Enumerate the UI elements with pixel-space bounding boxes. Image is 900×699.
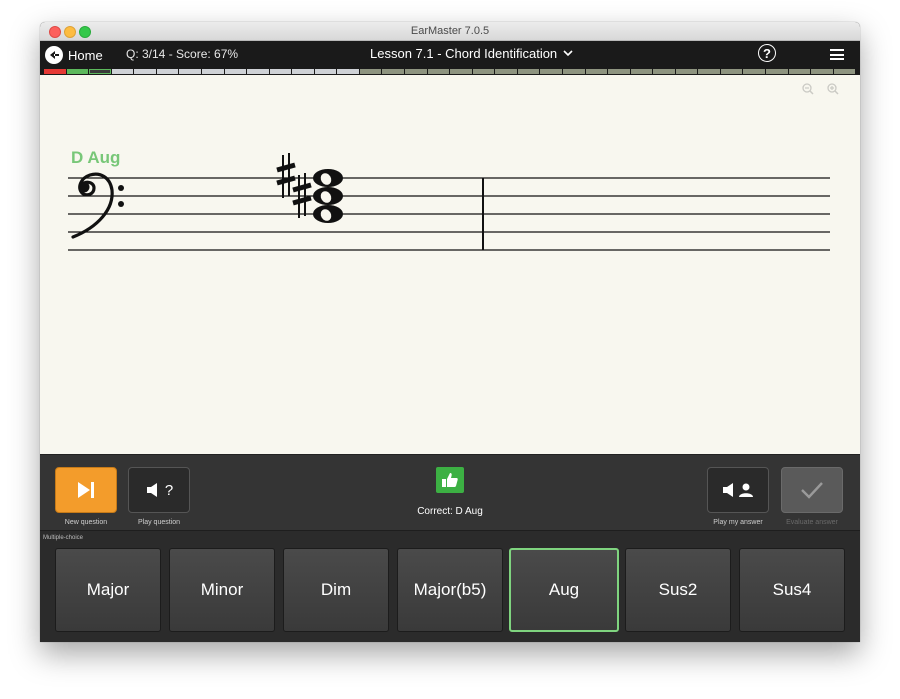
back-arrow-icon [45, 46, 63, 64]
feedback-message: Correct: D Aug [417, 506, 483, 517]
lesson-title: Lesson 7.1 - Chord Identification [370, 46, 558, 61]
play-question-label: Play question [137, 519, 181, 526]
progress-segment [111, 69, 134, 74]
play-question-button[interactable]: ? [128, 467, 190, 513]
progress-segment [472, 69, 495, 74]
staff-notation [68, 153, 830, 251]
progress-segment [833, 69, 856, 74]
progress-segment [743, 69, 765, 74]
home-button[interactable]: Home [45, 44, 103, 66]
progress-segment [698, 69, 720, 74]
whole-note-icon [313, 169, 343, 187]
close-window-button[interactable] [49, 26, 61, 38]
question-progress-bar [40, 68, 860, 75]
score-panel: D Aug [40, 75, 860, 454]
question-mark-icon: ? [164, 481, 174, 499]
progress-segment [134, 69, 156, 74]
thumbs-up-icon [436, 467, 464, 493]
progress-segment [292, 69, 314, 74]
evaluate-answer-button[interactable] [781, 467, 843, 513]
minimize-window-button[interactable] [64, 26, 76, 38]
progress-segment [89, 69, 111, 74]
progress-segment [427, 69, 450, 74]
app-window: EarMaster 7.0.5 Home Q: 3/14 - Score: 67… [40, 22, 860, 642]
answer-aug-button[interactable]: Aug [509, 548, 619, 632]
window-title: EarMaster 7.0.5 [410, 25, 490, 37]
staff-lines [68, 177, 830, 251]
whole-note-icon [313, 187, 343, 205]
whole-note-icon [313, 205, 343, 223]
progress-segment [44, 69, 66, 74]
progress-segment [450, 69, 472, 74]
chord-notes [313, 169, 343, 223]
progress-segment [382, 69, 404, 74]
progress-segment [156, 69, 179, 74]
app-header: Home Q: 3/14 - Score: 67% Lesson 7.1 - C… [40, 41, 860, 68]
new-question-button[interactable] [55, 467, 117, 513]
checkmark-icon [801, 482, 823, 499]
progress-segment [540, 69, 562, 74]
answer-major-button[interactable]: Major [55, 548, 161, 632]
progress-segment [675, 69, 698, 74]
sharp-icon [276, 153, 296, 198]
play-my-answer-button[interactable] [707, 467, 769, 513]
question-score-status: Q: 3/14 - Score: 67% [126, 47, 239, 61]
progress-segment [179, 69, 201, 74]
progress-segment [224, 69, 247, 74]
title-bar: EarMaster 7.0.5 [40, 22, 860, 41]
progress-segment [247, 69, 269, 74]
progress-segment [720, 69, 743, 74]
progress-segment [653, 69, 675, 74]
progress-segment [405, 69, 427, 74]
skip-next-icon [78, 482, 94, 498]
progress-segment [66, 69, 89, 74]
exercise-toolbar: New question ? Play question Correct: D … [40, 454, 860, 531]
progress-segment [585, 69, 608, 74]
progress-segment [269, 69, 292, 74]
chevron-down-icon [563, 50, 573, 57]
lesson-selector[interactable]: Lesson 7.1 - Chord Identification [340, 46, 590, 61]
answer-major-b5-button[interactable]: Major(b5) [397, 548, 503, 632]
bass-clef-icon [71, 172, 124, 239]
multiple-choice-label: Multiple-choice [43, 535, 84, 541]
hamburger-menu-icon[interactable] [830, 49, 844, 60]
progress-segment [788, 69, 811, 74]
progress-segment [630, 69, 653, 74]
maximize-window-button[interactable] [79, 26, 91, 38]
answer-panel: Multiple-choice Major Minor Dim Major(b5… [40, 530, 860, 642]
progress-segment [495, 69, 517, 74]
progress-segment [517, 69, 540, 74]
speaker-icon [146, 483, 157, 497]
evaluate-answer-label: Evaluate answer [786, 519, 838, 526]
answer-sus2-button[interactable]: Sus2 [625, 548, 731, 632]
speaker-user-icon [723, 483, 753, 497]
help-icon[interactable]: ? [758, 44, 776, 62]
answer-dim-button[interactable]: Dim [283, 548, 389, 632]
answer-minor-button[interactable]: Minor [169, 548, 275, 632]
progress-segment [608, 69, 630, 74]
progress-segment [314, 69, 337, 74]
progress-segment [811, 69, 833, 74]
progress-segment [359, 69, 382, 74]
progress-segment [201, 69, 224, 74]
home-label: Home [68, 47, 103, 63]
answer-sus4-button[interactable]: Sus4 [739, 548, 845, 632]
progress-segment [766, 69, 788, 74]
progress-segment [337, 69, 359, 74]
progress-segment [562, 69, 585, 74]
